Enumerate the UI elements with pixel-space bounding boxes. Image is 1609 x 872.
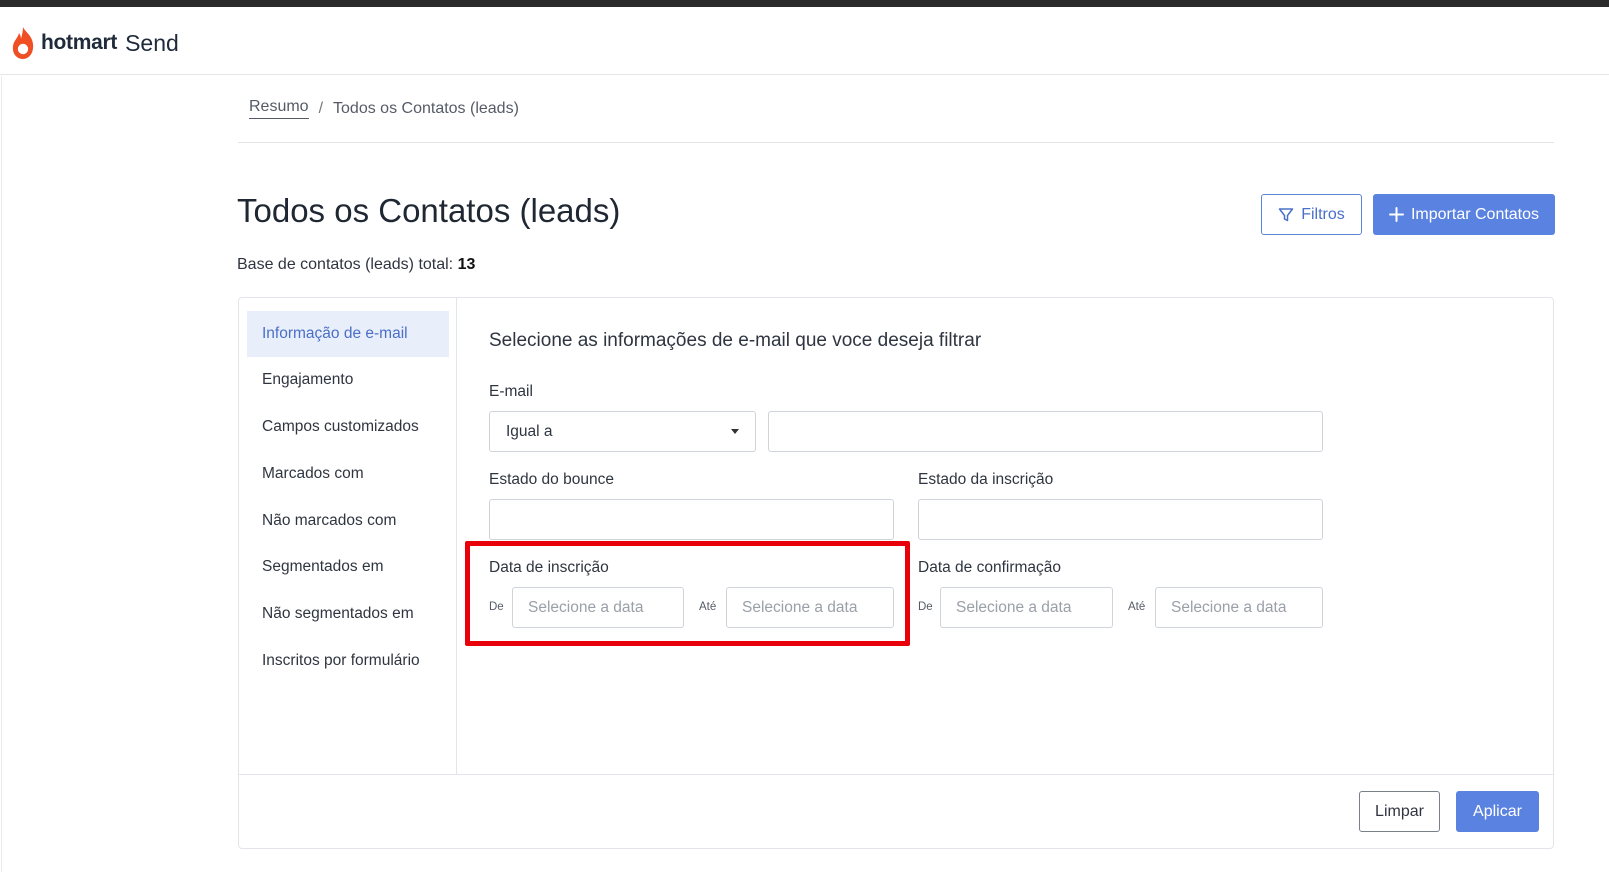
- left-divider: [1, 76, 2, 872]
- bounce-state-field[interactable]: [489, 499, 894, 540]
- apply-button[interactable]: Aplicar: [1456, 791, 1539, 832]
- sidebar-item-email-info[interactable]: Informação de e-mail: [247, 311, 449, 357]
- sidebar-item-tagged-with[interactable]: Marcados com: [247, 451, 449, 497]
- panel-footer-divider: [239, 774, 1553, 775]
- email-operator-value: Igual a: [506, 422, 553, 440]
- confirmation-date-from-label: De: [918, 601, 933, 613]
- sidebar-item-not-tagged-with[interactable]: Não marcados com: [247, 498, 449, 544]
- filter-icon: [1278, 207, 1294, 221]
- filters-button[interactable]: Filtros: [1261, 194, 1362, 235]
- sidebar-item-label: Não marcados com: [262, 512, 397, 529]
- subscription-state-field[interactable]: [918, 499, 1323, 540]
- caret-down-icon: [731, 429, 739, 434]
- subscription-state-label: Estado da inscrição: [918, 471, 1054, 488]
- sidebar-item-engagement[interactable]: Engajamento: [247, 357, 449, 403]
- sidebar-item-label: Engajamento: [262, 371, 354, 388]
- breadcrumb-divider: [238, 142, 1554, 143]
- email-operator-select[interactable]: Igual a: [489, 411, 756, 452]
- import-contacts-button[interactable]: Importar Contatos: [1373, 194, 1555, 235]
- confirmation-date-to-input[interactable]: [1155, 587, 1323, 628]
- subscription-date-from-label: De: [489, 601, 504, 613]
- breadcrumb-separator: /: [318, 99, 324, 117]
- subscription-date-to-label: Até: [699, 601, 717, 613]
- email-label: E-mail: [489, 383, 533, 400]
- sidebar-item-label: Campos customizados: [262, 418, 419, 435]
- sidebar-item-label: Segmentados em: [262, 558, 384, 575]
- sidebar-item-label: Inscritos por formulário: [262, 652, 420, 669]
- sidebar-item-custom-fields[interactable]: Campos customizados: [247, 404, 449, 450]
- bounce-state-label: Estado do bounce: [489, 471, 614, 488]
- filter-panel: Informação de e-mail Engajamento Campos …: [238, 297, 1554, 849]
- sidebar-item-segmented-in[interactable]: Segmentados em: [247, 544, 449, 590]
- email-input[interactable]: [768, 411, 1323, 452]
- subscription-date-from-input[interactable]: [512, 587, 684, 628]
- subscription-date-label: Data de inscrição: [489, 559, 609, 576]
- confirmation-date-label: Data de confirmação: [918, 559, 1062, 576]
- breadcrumb-current: Todos os Contatos (leads): [333, 99, 519, 117]
- plus-icon: [1388, 207, 1404, 222]
- page-title: Todos os Contatos (leads): [237, 192, 621, 229]
- sidebar-item-form-subscribers[interactable]: Inscritos por formulário: [247, 638, 449, 684]
- confirmation-date-to-label: Até: [1128, 601, 1146, 613]
- sidebar-item-label: Marcados com: [262, 465, 364, 482]
- clear-button[interactable]: Limpar: [1359, 791, 1440, 832]
- brand-logo[interactable]: hotmart Send: [10, 25, 179, 61]
- filter-section-title: Selecione as informações de e-mail que v…: [489, 330, 982, 351]
- product-name: Send: [125, 29, 179, 56]
- sidebar-item-label: Não segmentados em: [262, 605, 414, 622]
- confirmation-date-from-input[interactable]: [940, 587, 1113, 628]
- sidebar-item-not-segmented-in[interactable]: Não segmentados em: [247, 591, 449, 637]
- breadcrumb: Resumo / Todos os Contatos (leads): [249, 98, 519, 119]
- import-contacts-label: Importar Contatos: [1410, 205, 1540, 223]
- browser-top-strip: [0, 0, 1609, 7]
- contacts-total-value: 13: [457, 256, 476, 273]
- contacts-total-label: Base de contatos (leads) total:: [237, 256, 454, 273]
- filter-category-sidebar: Informação de e-mail Engajamento Campos …: [239, 298, 457, 774]
- sidebar-item-label: Informação de e-mail: [262, 325, 408, 342]
- contacts-total: Base de contatos (leads) total: 13: [237, 256, 475, 274]
- hotmart-flame-icon: [12, 27, 34, 59]
- breadcrumb-home-link[interactable]: Resumo: [249, 98, 309, 119]
- brand-name: hotmart: [41, 31, 118, 54]
- filters-button-label: Filtros: [1301, 205, 1345, 223]
- app-header: hotmart Send: [0, 7, 1609, 75]
- subscription-date-to-input[interactable]: [726, 587, 894, 628]
